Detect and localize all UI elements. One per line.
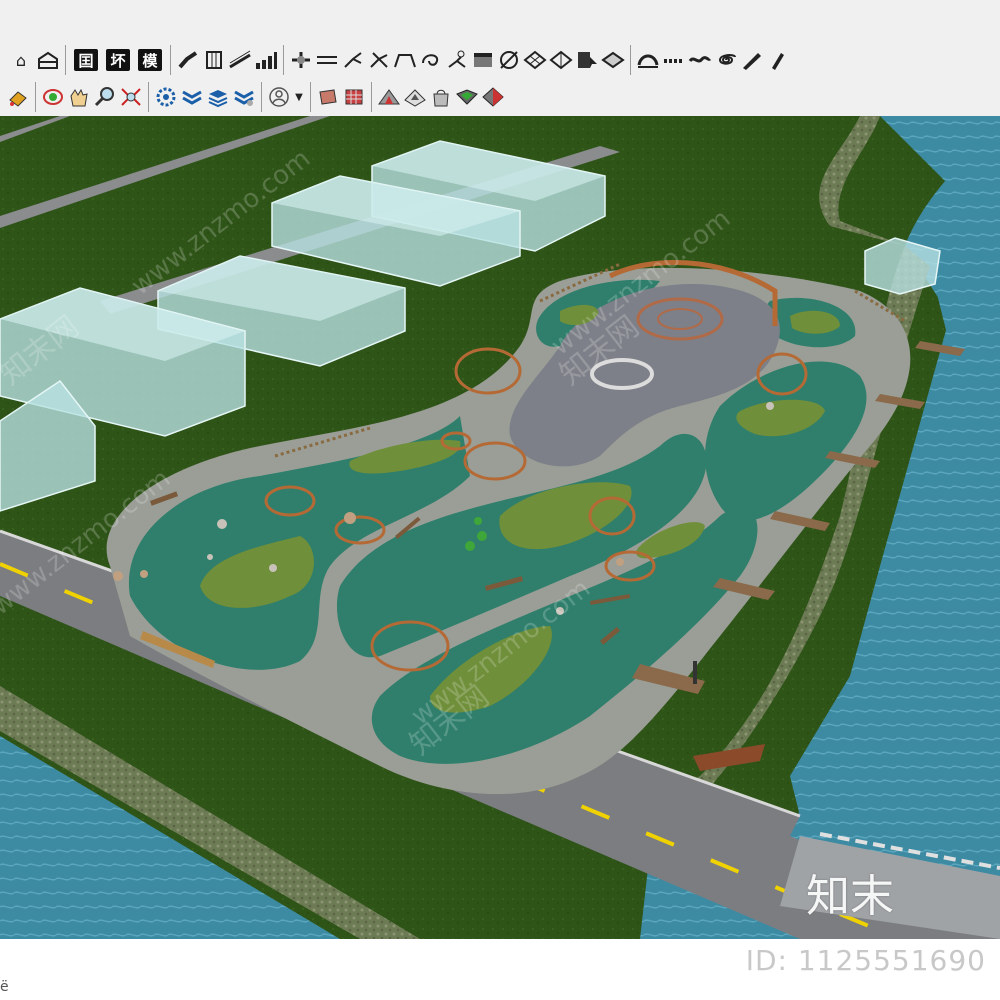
dropdown-arrow-icon[interactable]: ▼ (293, 82, 305, 112)
terrain-icon[interactable] (377, 82, 401, 112)
stair-icon[interactable] (176, 45, 200, 75)
terrain-edit-icon[interactable] (403, 82, 427, 112)
sphere-texture-icon[interactable] (481, 82, 505, 112)
status-glyph: ё (0, 979, 9, 995)
slash-circle-icon[interactable] (497, 45, 521, 75)
grid-material-icon[interactable] (342, 82, 366, 112)
asset-id-label: ID: 1125551690 (745, 944, 986, 977)
bag-icon[interactable] (429, 82, 453, 112)
arc-icon[interactable] (636, 45, 660, 75)
warehouse-icon[interactable] (36, 45, 60, 75)
column-icon[interactable] (202, 45, 226, 75)
toolbar-separator (170, 45, 171, 75)
spiral-icon[interactable] (714, 45, 738, 75)
person-figure (693, 661, 697, 684)
layer-settings-icon[interactable] (206, 82, 230, 112)
toolbar-separator (630, 45, 631, 75)
wave-settings-icon[interactable] (180, 82, 204, 112)
gear-settings-icon[interactable] (154, 82, 178, 112)
pencil-icon[interactable] (766, 45, 790, 75)
map-texture-icon[interactable] (455, 82, 479, 112)
chinese-button-3[interactable]: 模 (138, 49, 162, 71)
toolbar-separator (310, 82, 311, 112)
zoom-icon[interactable] (93, 82, 117, 112)
toolbar-separator (261, 82, 262, 112)
pan-hand-icon[interactable] (67, 82, 91, 112)
curve-arrow-icon[interactable] (419, 45, 443, 75)
chinese-button-2[interactable]: 坏 (106, 49, 130, 71)
brand-logo-text: 知末 (806, 871, 894, 922)
branch-arrow-icon[interactable] (341, 45, 365, 75)
book-cursor-icon[interactable] (575, 45, 599, 75)
split-diamond-icon[interactable] (549, 45, 573, 75)
spread-arrow-icon[interactable] (367, 45, 391, 75)
toolbar-separator (35, 82, 36, 112)
wave-line-icon[interactable] (688, 45, 712, 75)
zoom-extents-icon[interactable] (119, 82, 143, 112)
road-junction-icon[interactable] (289, 45, 313, 75)
park-scene: www.znzmo.com www.znzmo.com www.znzmo.co… (0, 116, 1000, 939)
ramp-icon[interactable] (228, 45, 252, 75)
dotted-line-icon[interactable] (662, 45, 686, 75)
double-line-icon[interactable] (315, 45, 339, 75)
toolbar-separator (148, 82, 149, 112)
toolbar-area: ⌂ 囯 坏 模 ▼ (0, 0, 1000, 117)
tree-branch-icon[interactable] (445, 45, 469, 75)
model-viewport[interactable]: www.znzmo.com www.znzmo.com www.znzmo.co… (0, 116, 1000, 939)
user-circle-icon[interactable] (267, 82, 291, 112)
toolbar-separator (283, 45, 284, 75)
paint-bucket-icon[interactable] (6, 82, 30, 112)
pipe-settings-icon[interactable] (232, 82, 256, 112)
orbit-icon[interactable] (41, 82, 65, 112)
toolbar-row-2: ▼ (0, 80, 1000, 114)
bar-chart-icon[interactable] (254, 45, 278, 75)
grid-diamond-icon[interactable] (523, 45, 547, 75)
chinese-button-1[interactable]: 囯 (74, 49, 98, 71)
layer-swap-icon[interactable] (601, 45, 625, 75)
box-face-icon[interactable] (471, 45, 495, 75)
arch-bridge-icon[interactable] (393, 45, 417, 75)
home-icon[interactable]: ⌂ (8, 45, 34, 75)
toolbar-row-1: ⌂ 囯 坏 模 (0, 40, 1000, 80)
toolbar-separator (65, 45, 66, 75)
material-box-icon[interactable] (316, 82, 340, 112)
pen-icon[interactable] (740, 45, 764, 75)
toolbar-separator (371, 82, 372, 112)
